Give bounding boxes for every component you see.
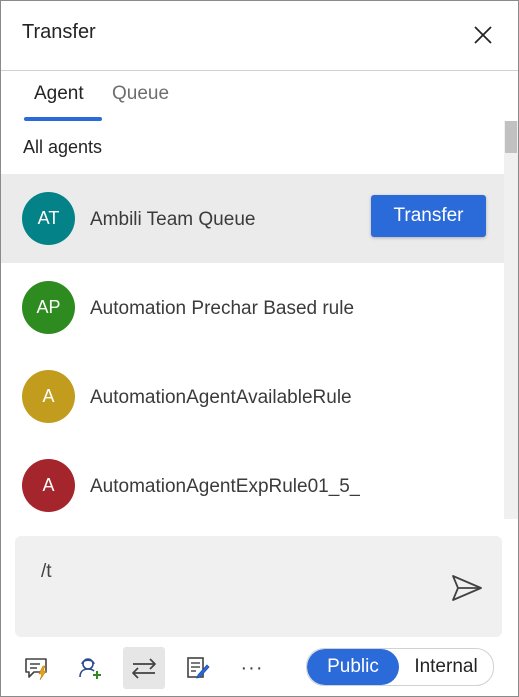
agent-name: Ambili Team Queue (90, 209, 256, 230)
add-participant-icon (79, 658, 101, 679)
avatar: AP (22, 281, 75, 334)
transfer-tool-button[interactable] (123, 647, 165, 689)
notes-icon (187, 657, 210, 679)
quick-replies-icon (25, 658, 47, 681)
panel-header: Transfer (1, 1, 518, 71)
transfer-panel: Transfer Agent Queue All agents AT Ambil… (0, 0, 519, 697)
section-label-all-agents: All agents (23, 137, 103, 157)
close-button[interactable] (471, 23, 495, 47)
agent-name: Automation Prechar Based rule (90, 298, 355, 319)
add-participant-button[interactable] (69, 647, 111, 689)
compose-input-text[interactable]: /t (41, 561, 52, 583)
tab-agent[interactable]: Agent (34, 83, 84, 105)
toggle-internal[interactable]: Internal (399, 649, 493, 685)
agent-row[interactable]: AP Automation Prechar Based rule (1, 263, 504, 352)
more-button[interactable]: ··· (231, 647, 273, 689)
quick-replies-button[interactable] (15, 647, 57, 689)
avatar: A (22, 370, 75, 423)
notes-button[interactable] (177, 647, 219, 689)
tab-bar: Agent Queue (1, 71, 518, 123)
tab-selected-indicator (24, 117, 102, 121)
agent-name: AutomationAgentExpRule01_5_ (90, 476, 361, 497)
toggle-public[interactable]: Public (307, 649, 399, 685)
list-scrollbar[interactable] (504, 121, 518, 519)
visibility-toggle[interactable]: Public Internal (306, 648, 494, 686)
scrollbar-thumb[interactable] (505, 121, 517, 153)
bottom-toolbar: ··· Public Internal (1, 645, 518, 693)
agent-row[interactable]: AT Ambili Team Queue Transfer (1, 174, 504, 263)
avatar: A (22, 459, 75, 512)
transfer-button[interactable]: Transfer (371, 195, 486, 237)
agent-row[interactable]: A AutomationAgentExpRule01_5_ (1, 441, 504, 519)
compose-box[interactable]: /t (15, 536, 502, 637)
agent-row[interactable]: A AutomationAgentAvailableRule (1, 352, 504, 441)
agent-list: AT Ambili Team Queue Transfer AP Automat… (1, 174, 504, 519)
panel-title: Transfer (22, 21, 96, 43)
agent-name: AutomationAgentAvailableRule (90, 387, 352, 408)
avatar: AT (22, 192, 75, 245)
send-button[interactable] (450, 573, 484, 603)
more-icon: ··· (240, 656, 264, 679)
send-icon (452, 575, 482, 601)
tab-queue[interactable]: Queue (112, 83, 169, 105)
transfer-icon (132, 658, 156, 679)
close-icon (474, 26, 492, 44)
